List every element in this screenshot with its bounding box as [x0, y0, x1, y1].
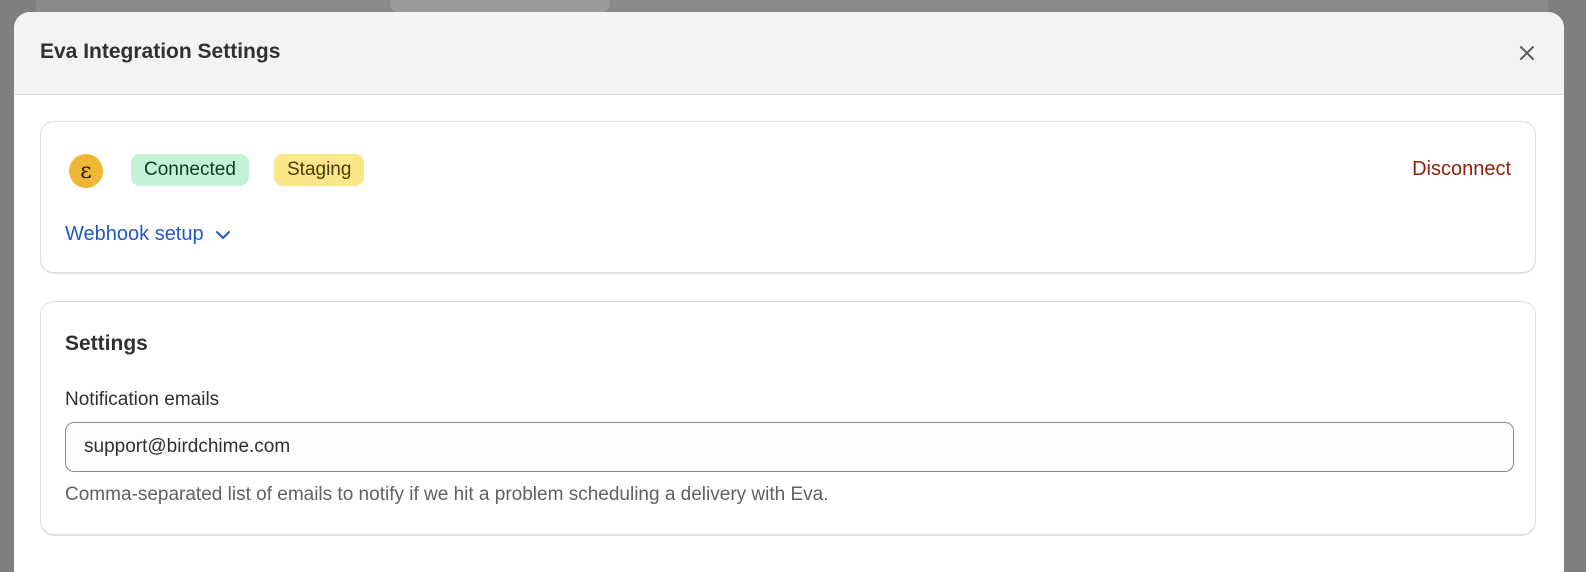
- svg-text:ε: ε: [80, 159, 91, 184]
- eva-logo-glyph: ε: [80, 159, 91, 184]
- close-icon: [1520, 46, 1534, 60]
- notification-emails-help-text: Comma-separated list of emails to notify…: [65, 484, 829, 505]
- disconnect-button[interactable]: Disconnect: [1412, 158, 1511, 181]
- notification-emails-label: Notification emails: [65, 389, 220, 410]
- modal-body: ε Connected Staging Disconnect Webhook s…: [14, 95, 1564, 572]
- connected-status-badge: Connected: [131, 154, 249, 186]
- close-button[interactable]: [1514, 40, 1540, 66]
- notification-emails-input[interactable]: [65, 422, 1514, 472]
- integration-status-card: ε Connected Staging Disconnect Webhook s…: [40, 121, 1536, 273]
- webhook-setup-toggle[interactable]: Webhook setup: [65, 223, 232, 246]
- webhook-setup-label: Webhook setup: [65, 223, 204, 245]
- background-page: [36, 0, 1548, 12]
- modal-title: Eva Integration Settings: [40, 40, 281, 63]
- settings-title: Settings: [65, 332, 148, 355]
- settings-card: Settings Notification emails Comma-separ…: [40, 301, 1536, 535]
- chevron-down-icon: [215, 230, 230, 239]
- modal-header: Eva Integration Settings: [14, 12, 1564, 95]
- staging-environment-badge: Staging: [274, 154, 365, 186]
- eva-logo-icon: ε: [69, 154, 103, 188]
- background-element: [390, 0, 610, 12]
- integration-settings-modal: Eva Integration Settings ε Connected Sta…: [14, 12, 1564, 572]
